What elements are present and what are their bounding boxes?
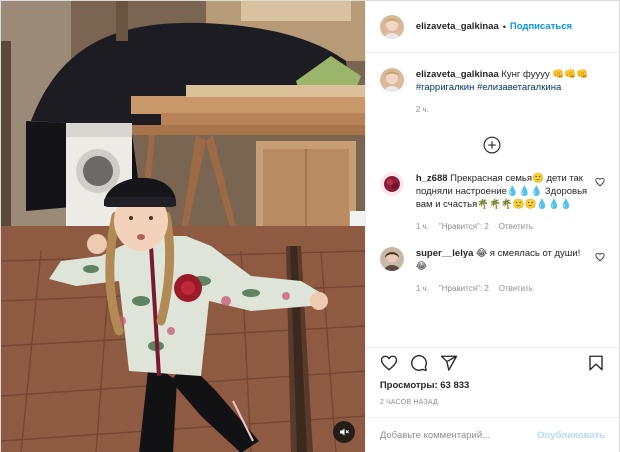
hashtag-link[interactable]: #гарригалкин <box>416 82 475 93</box>
publish-button[interactable]: Опубликовать <box>537 430 605 441</box>
post-actions: Просмотры: 63 833 2 часов назад <box>365 347 619 406</box>
caption-body: elizaveta_galkinaa Кунг фуууу 👊👊👊 #гарри… <box>416 68 605 116</box>
paper-plane-icon[interactable] <box>440 354 458 372</box>
comment-username[interactable]: h_z688 <box>416 173 448 184</box>
view-count[interactable]: Просмотры: 63 833 <box>380 380 605 391</box>
instagram-post-modal: elizaveta_galkinaa • Подписаться elizave… <box>0 0 620 452</box>
caption-text: Кунг фуууу 👊👊👊 <box>501 69 588 80</box>
video-frame <box>1 1 365 452</box>
caption-username[interactable]: elizaveta_galkinaa <box>416 69 499 80</box>
comment-input[interactable] <box>379 430 538 441</box>
follow-button[interactable]: Подписаться <box>510 21 572 32</box>
caption: elizaveta_galkinaa Кунг фуууу 👊👊👊 #гарри… <box>379 68 605 116</box>
heart-icon[interactable] <box>595 177 605 187</box>
comment-time[interactable]: 1 ч. <box>416 282 429 295</box>
comment-item: super__lelya 😂 я смеялась от души! 😂 1 ч… <box>379 247 605 295</box>
comment-time[interactable]: 1 ч. <box>416 220 429 233</box>
comment-body: super__lelya 😂 я смеялась от души! 😂 1 ч… <box>416 247 605 295</box>
heart-icon[interactable] <box>380 354 398 372</box>
separator-dot: • <box>502 21 506 32</box>
plus-circle-icon[interactable] <box>483 136 501 154</box>
comment-item: h_z688 Прекрасная семья🙂 дети так поднял… <box>379 172 605 233</box>
action-icons <box>380 348 605 378</box>
heart-icon[interactable] <box>595 252 605 262</box>
caption-meta: 2 ч. <box>416 103 605 116</box>
comment-meta: 1 ч. "Нравится": 2 Ответить <box>416 282 589 295</box>
reply-button[interactable]: Ответить <box>499 282 533 295</box>
comments-list[interactable]: elizaveta_galkinaa Кунг фуууу 👊👊👊 #гарри… <box>366 54 619 344</box>
hashtag-link[interactable]: #елизаветагалкина <box>477 82 561 93</box>
commenter-avatar[interactable] <box>379 247 404 271</box>
bookmark-icon[interactable] <box>587 354 605 372</box>
comment-likes[interactable]: "Нравится": 2 <box>439 282 489 295</box>
speaker-muted-icon <box>340 428 349 436</box>
comment-meta: 1 ч. "Нравится": 2 Ответить <box>416 220 589 233</box>
post-video[interactable] <box>1 1 365 452</box>
reply-button[interactable]: Ответить <box>499 220 533 233</box>
post-header: elizaveta_galkinaa • Подписаться <box>365 1 619 53</box>
author-username[interactable]: elizaveta_galkinaa <box>416 21 499 32</box>
comment-likes[interactable]: "Нравится": 2 <box>439 220 489 233</box>
mute-button[interactable] <box>333 421 355 443</box>
caption-avatar[interactable] <box>379 68 404 92</box>
post-side-panel: elizaveta_galkinaa • Подписаться elizave… <box>364 1 619 452</box>
author-avatar[interactable] <box>379 14 404 39</box>
commenter-avatar[interactable] <box>379 172 404 196</box>
comment-username[interactable]: super__lelya <box>416 248 474 259</box>
comment-bubble-icon[interactable] <box>410 354 428 372</box>
add-comment-form: Опубликовать <box>365 417 619 452</box>
post-timestamp[interactable]: 2 часов назад <box>380 399 605 406</box>
caption-time[interactable]: 2 ч. <box>416 103 429 116</box>
comment-body: h_z688 Прекрасная семья🙂 дети так поднял… <box>416 172 605 233</box>
load-more-comments <box>380 136 605 154</box>
